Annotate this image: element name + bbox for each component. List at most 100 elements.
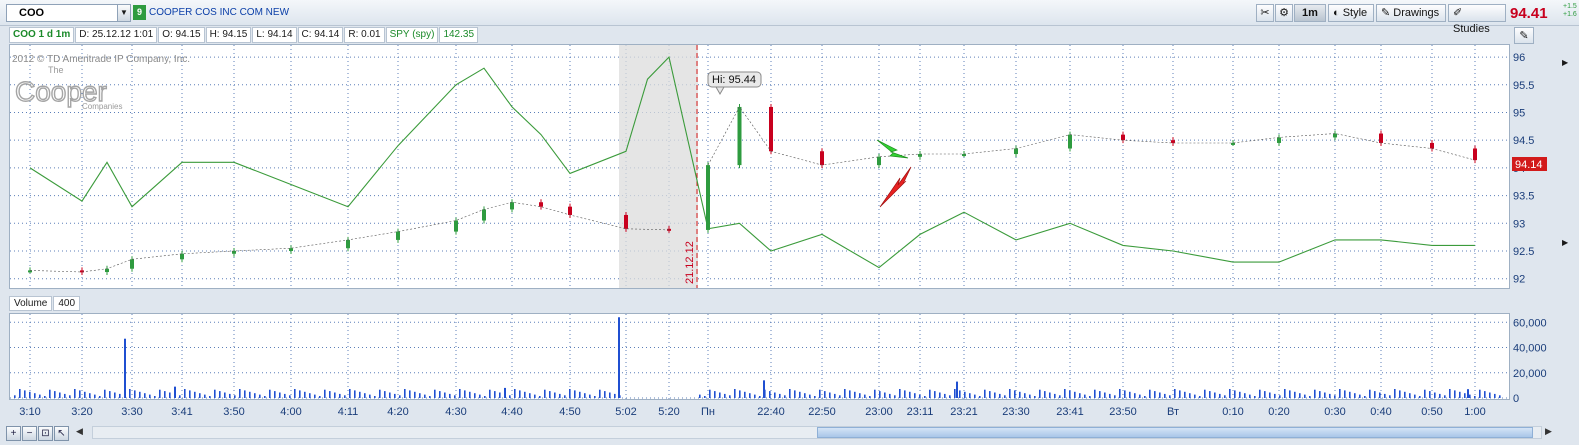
cursor-button[interactable]: ↖ [54, 426, 69, 441]
volume-bar [869, 396, 871, 398]
volume-bar [1304, 394, 1306, 398]
time-tick-label: 3:30 [121, 406, 142, 418]
volume-bar [579, 391, 581, 398]
volume-bar [509, 395, 511, 398]
volume-bar [344, 395, 346, 398]
volume-chart[interactable]: 0 20,000 40,000 60,000 3:10 3:20 3:30 3:41 3:50… [0, 0, 1579, 445]
scroll-left-button[interactable]: ◀ [76, 426, 83, 437]
volume-bar [924, 396, 926, 398]
volume-spike-bar [763, 380, 765, 398]
volume-bar [829, 392, 831, 398]
volume-spike-bar [956, 381, 958, 398]
scrollbar-thumb[interactable] [817, 427, 1533, 438]
volume-bar [819, 389, 821, 398]
volume-bar [364, 393, 366, 398]
time-tick-label: 22:50 [808, 406, 836, 418]
volume-bar [49, 389, 51, 398]
volume-bar [1054, 393, 1056, 398]
volume-bar [604, 391, 606, 398]
volume-bar [99, 396, 101, 398]
volume-bar [864, 394, 866, 398]
volume-bar [1454, 390, 1456, 398]
volume-bar [1444, 395, 1446, 398]
volume-bar [914, 393, 916, 398]
zoom-in-button[interactable]: + [6, 426, 21, 441]
volume-bar [284, 393, 286, 398]
volume-bar [989, 391, 991, 398]
zoom-fit-button[interactable]: ⊡ [38, 426, 53, 441]
volume-bar [1179, 390, 1181, 398]
volume-bar [129, 389, 131, 398]
scroll-marker-bottom[interactable]: ▶ [1562, 238, 1568, 247]
volume-bar [1379, 392, 1381, 398]
volume-grid [10, 314, 1508, 399]
triangle-right-icon: ▶ [1562, 58, 1569, 67]
volume-bar [1124, 390, 1126, 398]
volume-bar [454, 395, 456, 398]
volume-bar [1334, 395, 1336, 398]
volume-bar [249, 391, 251, 398]
volume-bar [994, 392, 996, 398]
volume-bar [1164, 393, 1166, 398]
volume-bar [169, 392, 171, 398]
volume-bar [1369, 389, 1371, 398]
scroll-right-button[interactable]: ▶ [1545, 426, 1552, 437]
volume-bar [1084, 394, 1086, 398]
volume-bar [29, 391, 31, 398]
volume-bar [834, 393, 836, 398]
volume-bar [944, 393, 946, 398]
volume-tick-label: 20,000 [1513, 368, 1547, 380]
volume-bar [854, 391, 856, 398]
volume-bar [1464, 393, 1466, 398]
volume-tick-label: 60,000 [1513, 317, 1547, 329]
volume-bar [1429, 391, 1431, 398]
volume-bar [554, 392, 556, 398]
volume-bar [44, 396, 46, 398]
volume-bar [319, 396, 321, 398]
volume-bar [1099, 391, 1101, 398]
volume-bar [24, 390, 26, 398]
volume-bar [369, 394, 371, 398]
volume-spike-bar [174, 386, 176, 398]
volume-bar [484, 396, 486, 398]
volume-bar [154, 396, 156, 398]
volume-bar [909, 391, 911, 398]
time-tick-label: 0:20 [1268, 406, 1289, 418]
volume-bar [214, 389, 216, 398]
volume-bar [89, 393, 91, 398]
volume-bar [54, 391, 56, 398]
time-tick-label: 23:00 [865, 406, 893, 418]
volume-bar [1154, 391, 1156, 398]
volume-bar [399, 395, 401, 398]
time-tick-label: 3:41 [171, 406, 192, 418]
volume-bar [979, 396, 981, 398]
volume-bar [1129, 391, 1131, 398]
volume-bar [884, 392, 886, 398]
volume-bar [324, 389, 326, 398]
horizontal-scrollbar[interactable] [92, 426, 1542, 439]
volume-bar [859, 393, 861, 398]
volume-bar [949, 395, 951, 398]
volume-bar [1404, 391, 1406, 398]
volume-bar [1424, 389, 1426, 398]
volume-bar [1419, 396, 1421, 398]
volume-bar [1184, 391, 1186, 398]
volume-bar [514, 389, 516, 398]
volume-bar [94, 394, 96, 398]
volume-bar [259, 394, 261, 398]
scroll-marker-top[interactable]: ▶ [1562, 58, 1568, 67]
volume-bar [1039, 389, 1041, 398]
zoom-out-button[interactable]: − [22, 426, 37, 441]
volume-bar [929, 389, 931, 398]
volume-bar [434, 389, 436, 398]
volume-bar [204, 394, 206, 398]
triangle-left-icon: ◀ [76, 426, 83, 436]
volume-bar [374, 396, 376, 398]
time-tick-label: 23:11 [907, 406, 934, 418]
volume-bar [749, 393, 751, 398]
volume-bar [404, 389, 406, 398]
time-tick-label: Пн [701, 406, 715, 418]
volume-bar [239, 389, 241, 398]
volume-bar [254, 393, 256, 398]
volume-bar [224, 392, 226, 398]
